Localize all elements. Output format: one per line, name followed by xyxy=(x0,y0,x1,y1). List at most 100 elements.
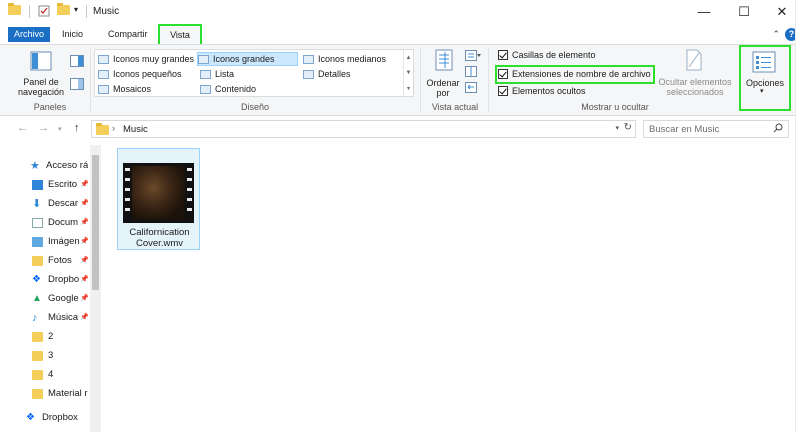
checkbox[interactable] xyxy=(498,50,508,60)
nav-item-dropbox[interactable]: ❖ Dropbox xyxy=(26,409,84,426)
small-icons-icon xyxy=(98,69,109,79)
tiles-icon xyxy=(98,84,109,94)
expand-gallery-icon[interactable]: ▾ xyxy=(407,85,410,92)
tab-archivo[interactable]: Archivo xyxy=(8,27,51,42)
add-columns-icon[interactable] xyxy=(465,66,481,81)
scroll-up-icon[interactable]: ▲ xyxy=(406,55,412,61)
download-icon: ⬇ xyxy=(32,197,42,210)
layout-medium-icons[interactable]: Iconos medianos xyxy=(303,52,386,66)
search-icon[interactable] xyxy=(773,123,783,136)
pin-icon: 📌 xyxy=(80,238,89,245)
options-icon[interactable] xyxy=(752,51,776,76)
navigation-pane-icon[interactable] xyxy=(30,50,52,75)
layout-extra-large-icons[interactable]: Iconos muy grandes xyxy=(98,52,194,66)
checkbox[interactable] xyxy=(498,86,508,96)
medium-icons-icon xyxy=(303,54,314,64)
pictures-icon xyxy=(32,236,43,247)
pin-icon: 📌 xyxy=(80,257,89,264)
details-pane-icon[interactable] xyxy=(70,78,84,93)
tab-compartir[interactable]: Compartir xyxy=(103,27,153,42)
separator xyxy=(86,5,87,18)
breadcrumb-chevron-icon[interactable]: › xyxy=(112,123,115,133)
breadcrumb-music[interactable]: Music xyxy=(123,124,148,135)
quick-access-dropdown-icon[interactable]: ▾ xyxy=(74,5,78,14)
separator xyxy=(90,48,91,112)
folder-icon xyxy=(32,369,43,380)
extra-large-icons-icon xyxy=(98,54,109,64)
checkbox[interactable] xyxy=(498,69,508,79)
item-checkboxes-toggle[interactable]: Casillas de elemento xyxy=(498,48,596,62)
nav-pane-scrollbar[interactable] xyxy=(90,145,101,432)
size-columns-icon[interactable] xyxy=(465,82,481,97)
layout-list[interactable]: Lista xyxy=(200,67,234,81)
hide-selected-icon[interactable] xyxy=(685,49,703,74)
options-dropdown-icon[interactable]: ▾ xyxy=(760,87,764,95)
layout-scroll[interactable]: ▲ ▼ ▾ xyxy=(403,50,413,96)
ribbon-tabs: Archivo Inicio Compartir Vista ⌃ ? xyxy=(0,24,806,46)
scrollbar-thumb[interactable] xyxy=(92,155,99,290)
options-button[interactable]: Opciones xyxy=(742,78,788,88)
layout-tiles[interactable]: Mosaicos xyxy=(98,82,151,96)
navigation-pane-button[interactable]: Panel de navegación xyxy=(12,77,70,97)
nav-item-quick-access[interactable]: ★Acceso rápi xyxy=(30,157,88,174)
google-drive-icon: ▲ xyxy=(32,292,42,304)
minimize-button[interactable]: — xyxy=(694,3,714,20)
up-arrow-icon[interactable]: ↑ xyxy=(74,122,80,134)
search-box[interactable]: Buscar en Music xyxy=(643,120,789,138)
hidden-items-toggle[interactable]: Elementos ocultos xyxy=(498,84,586,98)
nav-item-folder-4[interactable]: 4 xyxy=(32,366,90,383)
ribbon: Panel de navegación Paneles Iconos muy g… xyxy=(0,44,806,116)
tab-inicio[interactable]: Inicio xyxy=(57,27,88,42)
search-placeholder: Buscar en Music xyxy=(649,124,720,135)
group-by-icon[interactable] xyxy=(465,50,481,65)
details-icon xyxy=(303,69,314,79)
nav-item-material[interactable]: Material r xyxy=(32,385,90,402)
group-label-vista-actual: Vista actual xyxy=(431,102,479,112)
content-icon xyxy=(200,84,211,94)
desktop-icon xyxy=(32,179,43,190)
navigation-pane: ★Acceso rápi Escrito 📌 ⬇Descar 📌 Docum 📌… xyxy=(0,145,101,432)
file-item[interactable]: Californication Cover.wmv xyxy=(117,148,200,250)
layout-large-icons[interactable]: Iconos grandes xyxy=(197,52,298,66)
collapse-ribbon-icon[interactable]: ⌃ xyxy=(772,29,780,40)
forward-arrow-icon[interactable]: → xyxy=(38,122,49,134)
pin-icon: 📌 xyxy=(80,200,89,207)
sort-by-button[interactable]: Ordenar por xyxy=(424,78,462,98)
tab-vista[interactable]: Vista xyxy=(158,24,202,46)
address-dropdown-icon[interactable]: ▾ xyxy=(615,124,619,132)
pin-icon: 📌 xyxy=(80,219,89,226)
scroll-down-icon[interactable]: ▼ xyxy=(406,70,412,76)
new-folder-icon[interactable] xyxy=(57,3,70,15)
maximize-button[interactable]: ☐ xyxy=(734,3,754,20)
folder-icon xyxy=(32,331,43,342)
address-bar[interactable]: › Music ▾ ↻ xyxy=(91,120,636,138)
preview-pane-icon[interactable] xyxy=(70,55,84,70)
separator xyxy=(420,48,421,112)
sort-by-icon[interactable] xyxy=(434,49,456,76)
folder-icon xyxy=(32,255,43,266)
back-arrow-icon[interactable]: ← xyxy=(17,122,28,134)
properties-icon[interactable] xyxy=(38,5,50,17)
group-label-paneles: Paneles xyxy=(33,102,67,112)
layout-content[interactable]: Contenido xyxy=(200,82,256,96)
folder-icon xyxy=(8,3,21,15)
layout-gallery: Iconos muy grandes Iconos grandes Iconos… xyxy=(94,49,414,97)
document-icon xyxy=(32,217,43,228)
video-frame xyxy=(132,166,185,220)
refresh-icon[interactable]: ↻ xyxy=(624,122,632,133)
background-window-edge xyxy=(795,0,806,432)
nav-item-folder-2[interactable]: 2 xyxy=(32,328,90,345)
layout-small-icons[interactable]: Iconos pequeños xyxy=(98,67,182,81)
star-icon: ★ xyxy=(30,159,40,172)
pin-icon: 📌 xyxy=(80,181,89,188)
hide-selected-button[interactable]: Ocultar elementos seleccionados xyxy=(654,77,736,97)
file-name: Californication Cover.wmv xyxy=(129,227,190,249)
layout-details[interactable]: Detalles xyxy=(303,67,351,81)
recent-locations-icon[interactable]: ▾ xyxy=(58,125,62,133)
close-button[interactable]: ✕ xyxy=(772,3,792,20)
list-icon xyxy=(200,69,211,79)
file-extensions-toggle[interactable]: Extensiones de nombre de archivo xyxy=(498,67,651,81)
folder-icon xyxy=(96,123,109,135)
nav-item-folder-3[interactable]: 3 xyxy=(32,347,90,364)
group-label-diseno: Diseño xyxy=(240,102,269,112)
